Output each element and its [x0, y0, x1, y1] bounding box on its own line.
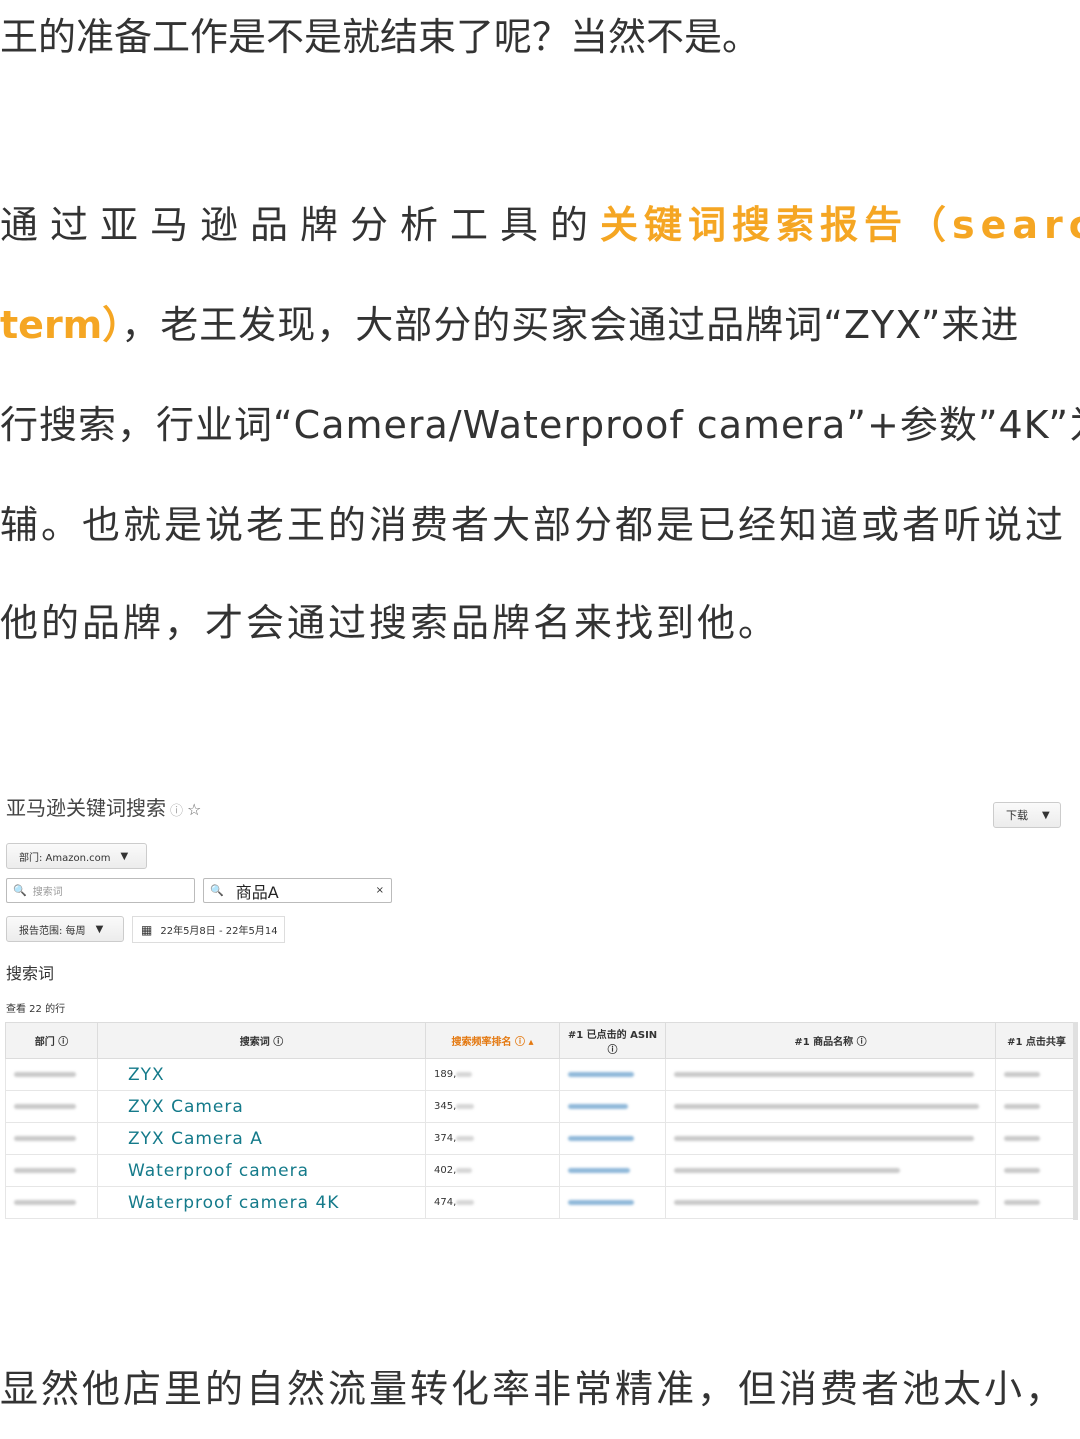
search-icon: 🔍 — [210, 884, 224, 897]
date-range-value: 22年5月8日 - 22年5月14 — [160, 926, 278, 937]
click-share-cell — [995, 1058, 1078, 1091]
table-scrollbar[interactable] — [1073, 1022, 1078, 1220]
article-highlight-keyword-report: 关键词搜索报告（search — [600, 203, 1080, 247]
rank-cell: 374, — [425, 1122, 560, 1155]
product-name-cell — [665, 1122, 996, 1155]
table-row: Waterproof camera 4K 474, — [5, 1186, 1078, 1219]
keyword-search-screenshot: 亚马逊关键词搜索 ⓘ ☆ 下载 ▼ 部门: Amazon.com ▼ 🔍 搜索词 🔍… — [0, 780, 1080, 1225]
section-title: 搜索词 — [6, 964, 55, 983]
asin-cell[interactable] — [559, 1154, 666, 1187]
click-share-cell — [995, 1122, 1078, 1155]
article-p2-line-2-plain: ，老王发现，大部分的买家会通过品牌词“ZYX”来进 — [121, 303, 1020, 347]
rank-cell: 189, — [425, 1058, 560, 1091]
date-range-picker[interactable]: ▦ 22年5月8日 - 22年5月14 — [132, 916, 285, 943]
department-dropdown[interactable]: 部门: Amazon.com ▼ — [6, 843, 147, 869]
search-icon: 🔍 — [13, 884, 27, 897]
column-header[interactable]: 搜索词 ⓘ — [97, 1022, 426, 1059]
article-p2-line-2: term），老王发现，大部分的买家会通过品牌词“ZYX”来进 — [0, 294, 1080, 349]
table-row: ZYX 189, — [5, 1058, 1078, 1091]
click-share-cell — [995, 1186, 1078, 1219]
column-header[interactable]: #1 点击共享 — [995, 1022, 1078, 1059]
search-term-link[interactable]: ZYX Camera A — [97, 1122, 426, 1155]
product-name-cell — [665, 1090, 996, 1123]
article-p2-line-3: 行搜索，行业词“Camera/Waterproof camera”+参数”4K”… — [0, 403, 1080, 447]
product-search-input[interactable]: 🔍 商品A × — [203, 878, 392, 903]
search-term-link[interactable]: ZYX — [97, 1058, 426, 1091]
article-p2-line-1: 通过亚马逊品牌分析工具的 关键词搜索报告（search — [0, 194, 1080, 249]
clear-icon[interactable]: × — [376, 885, 384, 896]
asin-cell[interactable] — [559, 1090, 666, 1123]
download-button[interactable]: 下载 ▼ — [993, 802, 1061, 828]
report-range-label: 报告范围: 每周 — [19, 925, 86, 937]
rank-cell: 345, — [425, 1090, 560, 1123]
department-cell — [5, 1058, 98, 1091]
search-term-link[interactable]: Waterproof camera — [97, 1154, 426, 1187]
column-header-sorted[interactable]: 搜索频率排名 ⓘ ▴ — [425, 1022, 560, 1059]
search-terms-table: 部门 ⓘ 搜索词 ⓘ 搜索频率排名 ⓘ ▴ #1 已点击的 ASIN ⓘ #1 商… — [5, 1022, 1078, 1219]
department-cell — [5, 1186, 98, 1219]
department-label: 部门: Amazon.com — [19, 852, 111, 864]
product-name-cell — [665, 1186, 996, 1219]
calendar-icon: ▦ — [141, 922, 153, 937]
click-share-cell — [995, 1090, 1078, 1123]
table-row: ZYX Camera A 374, — [5, 1122, 1078, 1155]
search-term-input[interactable]: 🔍 搜索词 — [6, 878, 195, 903]
chevron-down-icon: ▼ — [120, 850, 129, 862]
asin-cell[interactable] — [559, 1058, 666, 1091]
product-name-cell — [665, 1154, 996, 1187]
search-term-link[interactable]: Waterproof camera 4K — [97, 1186, 426, 1219]
download-label: 下载 — [1006, 809, 1028, 822]
asin-cell[interactable] — [559, 1186, 666, 1219]
table-row: Waterproof camera 402, — [5, 1154, 1078, 1187]
department-cell — [5, 1122, 98, 1155]
rank-cell: 402, — [425, 1154, 560, 1187]
shot-title-text: 亚马逊关键词搜索 — [6, 796, 166, 820]
chevron-down-icon: ▼ — [1042, 809, 1050, 821]
column-header[interactable]: 部门 ⓘ — [5, 1022, 98, 1059]
info-icon: ⓘ — [170, 804, 184, 819]
department-cell — [5, 1154, 98, 1187]
department-cell — [5, 1090, 98, 1123]
report-range-dropdown[interactable]: 报告范围: 每周 ▼ — [6, 916, 124, 942]
article-p2-line-1-plain: 通过亚马逊品牌分析工具的 — [0, 203, 601, 247]
article-line-1: 王的准备工作是不是就结束了呢？当然不是。 — [0, 15, 761, 59]
rank-cell: 474, — [425, 1186, 560, 1219]
rows-count: 查看 22 的行 — [6, 1004, 66, 1015]
chevron-down-icon: ▼ — [95, 923, 104, 935]
table-row: ZYX Camera 345, — [5, 1090, 1078, 1123]
article-p3-line-1: 显然他店里的自然流量转化率非常精准，但消费者池太小， — [0, 1367, 1067, 1411]
table-header-row: 部门 ⓘ 搜索词 ⓘ 搜索频率排名 ⓘ ▴ #1 已点击的 ASIN ⓘ #1 商… — [5, 1022, 1078, 1059]
search-term-link[interactable]: ZYX Camera — [97, 1090, 426, 1123]
asin-cell[interactable] — [559, 1122, 666, 1155]
search-term-placeholder: 搜索词 — [32, 887, 63, 898]
article-p2-line-4: 辅。也就是说老王的消费者大部分都是已经知道或者听说过 — [0, 503, 1067, 547]
column-header[interactable]: #1 已点击的 ASIN ⓘ — [559, 1022, 666, 1059]
product-search-value: 商品A — [235, 882, 279, 902]
column-header[interactable]: #1 商品名称 ⓘ — [665, 1022, 996, 1059]
click-share-cell — [995, 1154, 1078, 1187]
shot-page-title: 亚马逊关键词搜索 ⓘ ☆ — [6, 792, 201, 821]
article-p2-line-5: 他的品牌，才会通过搜索品牌名来找到他。 — [0, 601, 780, 645]
article-highlight-search-term: term） — [0, 303, 122, 347]
star-icon[interactable]: ☆ — [187, 800, 201, 819]
product-name-cell — [665, 1058, 996, 1091]
